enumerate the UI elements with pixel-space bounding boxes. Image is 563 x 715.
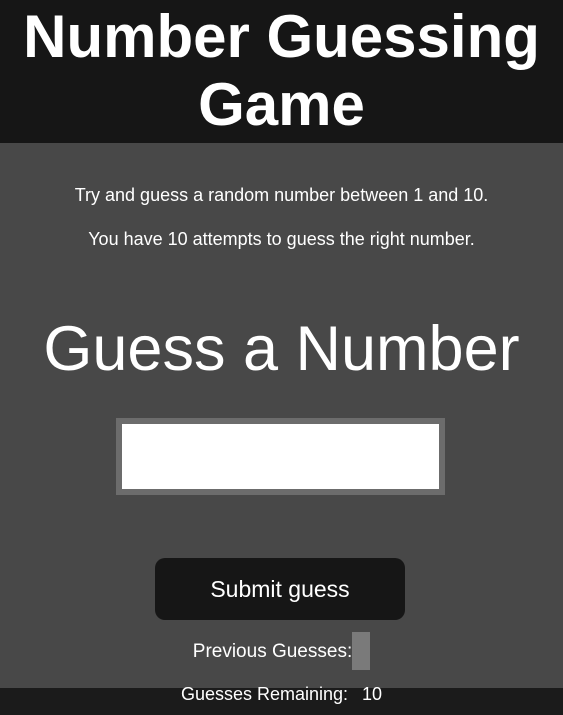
page-title: Number Guessing Game (0, 3, 563, 139)
guesses-remaining-bar: Guesses Remaining: 10 (0, 684, 563, 715)
previous-guesses-list (352, 632, 371, 670)
title-line-2: Game (198, 71, 365, 138)
app: Number Guessing Game Try and guess a ran… (0, 0, 563, 715)
guess-input[interactable] (116, 418, 445, 495)
guesses-remaining-label: Guesses Remaining: (180, 684, 349, 704)
guesses-remaining-value: 10 (362, 684, 383, 704)
intro-text-range: Try and guess a random number between 1 … (74, 185, 489, 205)
title-line-1: Number Guessing (23, 3, 540, 70)
previous-guesses-label: Previous Guesses: (192, 641, 353, 662)
intro-text-attempts: You have 10 attempts to guess the right … (88, 229, 475, 249)
previous-guesses-row: Previous Guesses: (0, 632, 563, 672)
game-panel: Try and guess a random number between 1 … (0, 143, 563, 688)
header: Number Guessing Game (0, 0, 563, 143)
guess-heading: Guess a Number (43, 314, 520, 384)
submit-guess-button[interactable]: Submit guess (155, 558, 405, 620)
